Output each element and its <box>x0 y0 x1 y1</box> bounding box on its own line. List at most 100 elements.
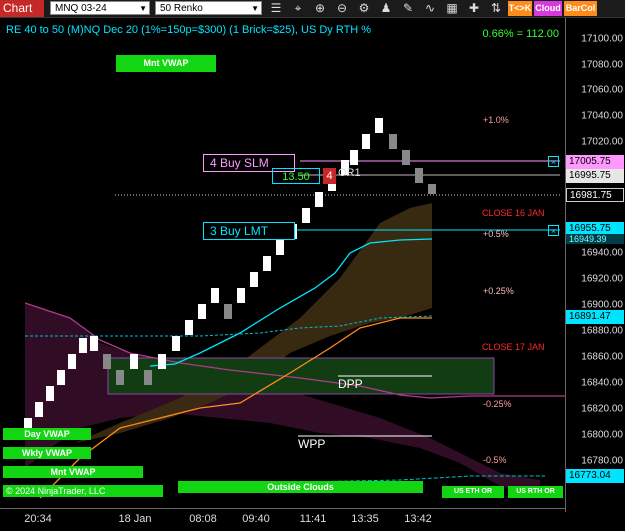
minus-025-label: -0.25% <box>483 399 512 409</box>
close-16-label: CLOSE 16 JAN <box>482 208 545 218</box>
renko-brick <box>224 304 232 319</box>
x-tick: 13:35 <box>351 513 379 525</box>
renko-brick <box>402 150 410 165</box>
zoom-in-icon[interactable]: ⊕ <box>312 1 328 16</box>
renko-brick <box>237 288 245 303</box>
renko-brick <box>57 370 65 385</box>
x-tick: 09:40 <box>242 513 270 525</box>
renko-brick <box>389 134 397 149</box>
wkly-vwap-label: Wkly VWAP <box>3 447 91 459</box>
renko-brick <box>315 192 323 207</box>
renko-brick <box>130 354 138 369</box>
tk-button[interactable]: T<>K <box>508 1 532 16</box>
data-box-icon[interactable]: ▦ <box>444 1 460 16</box>
outside-clouds-label: Outside Clouds <box>178 481 423 493</box>
slm-price-tag: 17005.75 <box>566 155 624 169</box>
renko-brick <box>172 336 180 351</box>
renko-brick <box>263 256 271 271</box>
crosshair-icon[interactable]: ✚ <box>466 1 482 16</box>
renko-brick <box>350 150 358 165</box>
copyright: © 2024 NinjaTrader, LLC <box>3 485 163 497</box>
time-axis[interactable]: 20:34 18 Jan 08:08 09:40 11:41 13:35 13:… <box>0 508 565 531</box>
us-rth-or-label: US RTH OR <box>508 486 563 498</box>
y-tick: 16820.00 <box>581 403 623 415</box>
percent-change: 0.66% = 112.00 <box>482 28 559 40</box>
x-tick: 08:08 <box>189 513 217 525</box>
y-tick: 16860.00 <box>581 351 623 363</box>
properties-icon[interactable]: ⚙ <box>356 1 372 16</box>
us-eth-or-label: US ETH OR <box>442 486 504 498</box>
buy-lmt-order[interactable]: 3 Buy LMT <box>203 222 295 240</box>
y-tick: 17100.00 <box>581 33 623 45</box>
drawing-tools-icon[interactable]: ✎ <box>400 1 416 16</box>
renko-brick <box>250 272 258 287</box>
dpp-label: DPP <box>338 377 363 391</box>
plus-025-label: +0.25% <box>483 286 514 296</box>
renko-brick <box>362 134 370 149</box>
cloud-button[interactable]: Cloud <box>534 1 562 16</box>
bar-type-selector[interactable]: 50 Renko ▼ <box>155 1 262 15</box>
close-icon[interactable]: × <box>548 156 559 167</box>
renko-brick <box>185 320 193 335</box>
mnt-vwap-label: Mnt VWAP <box>3 466 143 478</box>
bar-style-icon[interactable]: ☰ <box>268 1 284 16</box>
barcol-button[interactable]: BarCol <box>564 1 597 16</box>
wpp-label: WPP <box>298 437 326 451</box>
or-label: OR1 <box>338 167 361 179</box>
x-tick: 18 Jan <box>118 513 152 525</box>
renko-brick <box>415 168 423 183</box>
indicators-icon[interactable]: ∿ <box>422 1 438 16</box>
cyan-line-tag: 16891.47 <box>566 310 624 324</box>
y-tick: 17060.00 <box>581 84 623 96</box>
y-tick: 16940.00 <box>581 247 623 259</box>
renko-brick <box>198 304 206 319</box>
instrument-selector[interactable]: MNQ 03-24 ▼ <box>50 1 150 15</box>
renko-brick <box>46 386 54 401</box>
y-tick: 17080.00 <box>581 59 623 71</box>
renko-brick <box>428 184 436 194</box>
minus-05-label: -0.5% <box>483 455 507 465</box>
chart-title: Chart <box>0 0 44 17</box>
renko-brick <box>375 118 383 133</box>
renko-brick <box>116 370 124 385</box>
order-pnl: 13.50 <box>272 168 320 184</box>
strategies-icon[interactable]: ♟ <box>378 1 394 16</box>
y-tick: 17040.00 <box>581 110 623 122</box>
y-tick: 16920.00 <box>581 273 623 285</box>
x-tick: 20:34 <box>24 513 52 525</box>
x-tick: 13:42 <box>404 513 432 525</box>
renko-brick <box>211 288 219 303</box>
y-tick: 16900.00 <box>581 299 623 311</box>
chart-header: RE 40 to 50 (M)NQ Dec 20 (1%=150p=$300) … <box>6 24 372 36</box>
y-tick: 16880.00 <box>581 325 623 337</box>
renko-brick <box>35 402 43 417</box>
mnt-vwap-top-label: Mnt VWAP <box>116 55 216 72</box>
y-tick: 17020.00 <box>581 136 623 148</box>
renko-brick <box>144 370 152 385</box>
dotted-price-tag: 16981.75 <box>566 188 624 202</box>
y-tick: 16840.00 <box>581 377 623 389</box>
cursor-icon[interactable]: ⌖ <box>290 1 306 16</box>
order-qty[interactable]: 4 <box>323 168 336 184</box>
last-price-tag: 16995.75 <box>566 169 624 183</box>
bar-type-label: 50 Renko <box>160 3 203 14</box>
price-axis[interactable]: 17100.00 17080.00 17060.00 17040.00 1702… <box>565 18 625 512</box>
day-vwap-label: Day VWAP <box>3 428 91 440</box>
lmt-under-tag: 16949.39 <box>566 234 624 244</box>
renko-brick <box>276 240 284 255</box>
chevron-down-icon: ▼ <box>139 4 147 13</box>
x-tick: 11:41 <box>299 513 327 525</box>
close-icon[interactable]: × <box>548 225 559 236</box>
bottom-price-tag: 16773.04 <box>566 469 624 483</box>
zoom-out-icon[interactable]: ⊖ <box>334 1 350 16</box>
renko-brick <box>158 354 166 369</box>
y-tick: 16780.00 <box>581 455 623 467</box>
renko-brick <box>68 354 76 369</box>
plus-1-label: +1.0% <box>483 115 509 125</box>
plus-05-label: +0.5% <box>483 229 509 239</box>
y-tick: 16800.00 <box>581 429 623 441</box>
chart-trader-icon[interactable]: ⇅ <box>488 1 504 16</box>
renko-brick <box>302 208 310 223</box>
renko-brick <box>103 354 111 369</box>
chevron-down-icon: ▼ <box>251 4 259 13</box>
